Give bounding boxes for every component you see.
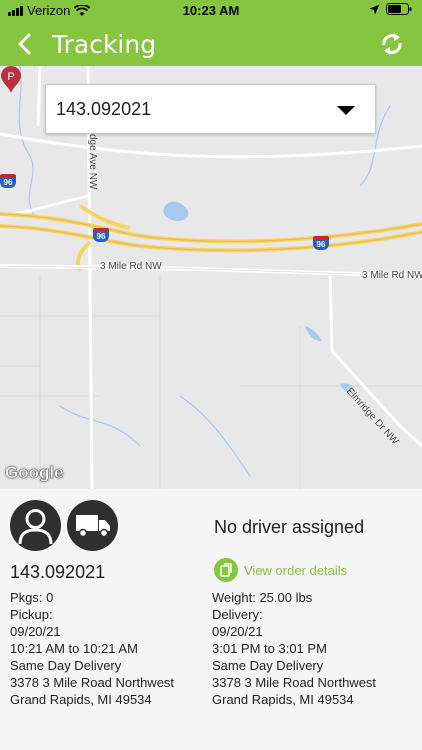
person-icon — [18, 509, 53, 545]
order-details-icon — [214, 558, 238, 582]
google-attribution: Google — [5, 463, 64, 483]
view-order-details-link[interactable]: View order details — [214, 558, 347, 582]
road-label-3-mile-east: 3 Mile Rd NW — [362, 270, 422, 281]
delivery-service: Same Day Delivery — [212, 658, 324, 673]
order-select-value: 143.092021 — [56, 99, 152, 119]
order-details-panel: No driver assigned 143.092021 View order… — [0, 489, 422, 750]
pickup-service: Same Day Delivery — [10, 658, 122, 673]
nav-bar: Tracking — [0, 22, 422, 66]
truck-icon — [76, 515, 110, 538]
pickup-pin-marker[interactable]: P — [0, 66, 22, 94]
status-time: 10:23 AM — [182, 3, 240, 18]
back-button[interactable] — [8, 28, 40, 60]
refresh-icon — [382, 33, 402, 55]
delivery-city: Grand Rapids, MI 49534 — [212, 692, 354, 707]
chevron-left-icon — [18, 33, 31, 55]
driver-avatar — [10, 500, 61, 551]
pin-letter: P — [7, 71, 14, 83]
tracking-screen: Verizon 10:23 AM Tracking 3 Mile Rd NW 3… — [0, 0, 422, 750]
interstate-shield: 96 — [313, 236, 329, 250]
view-order-details-label: View order details — [244, 562, 348, 578]
pkgs-count: Pkgs: 0 — [10, 590, 54, 605]
delivery-time: 3:01 PM to 3:01 PM — [212, 641, 327, 656]
interstate-shield: 96 — [93, 228, 109, 242]
delivery-column: Weight: 25.00 lbs Delivery: 09/20/21 3:0… — [212, 589, 376, 708]
order-select-dropdown[interactable]: 143.092021 — [45, 84, 376, 134]
driver-status: No driver assigned — [214, 517, 365, 537]
delivery-date: 09/20/21 — [212, 624, 263, 639]
refresh-button[interactable] — [376, 28, 408, 60]
delivery-address: 3378 3 Mile Road Northwest — [212, 675, 377, 690]
battery-icon — [386, 3, 412, 15]
delivery-heading: Delivery: — [212, 607, 263, 622]
status-right — [369, 3, 412, 15]
pickup-time: 10:21 AM to 10:21 AM — [10, 641, 138, 656]
road-label-3-mile-west: 3 Mile Rd NW — [100, 261, 162, 272]
interstate-shield: 96 — [0, 174, 16, 188]
location-arrow-icon — [369, 4, 380, 14]
map-view[interactable]: 3 Mile Rd NW 3 Mile Rd NW Elmridge Dr NW… — [0, 66, 422, 489]
pickup-date: 09/20/21 — [10, 624, 61, 639]
status-bar: Verizon 10:23 AM — [0, 0, 422, 22]
weight: Weight: 25.00 lbs — [212, 590, 313, 605]
caret-down-icon — [337, 106, 355, 115]
pickup-address: 3378 3 Mile Road Northwest — [10, 675, 175, 690]
order-number: 143.092021 — [10, 562, 106, 582]
road-label-avenue: dge Ave NW — [87, 134, 98, 190]
pickup-heading: Pickup: — [10, 607, 53, 622]
vehicle-avatar — [67, 500, 118, 551]
pickup-city: Grand Rapids, MI 49534 — [10, 692, 152, 707]
page-title: Tracking — [52, 30, 157, 59]
pickup-column: Pkgs: 0 Pickup: 09/20/21 10:21 AM to 10:… — [10, 589, 174, 708]
